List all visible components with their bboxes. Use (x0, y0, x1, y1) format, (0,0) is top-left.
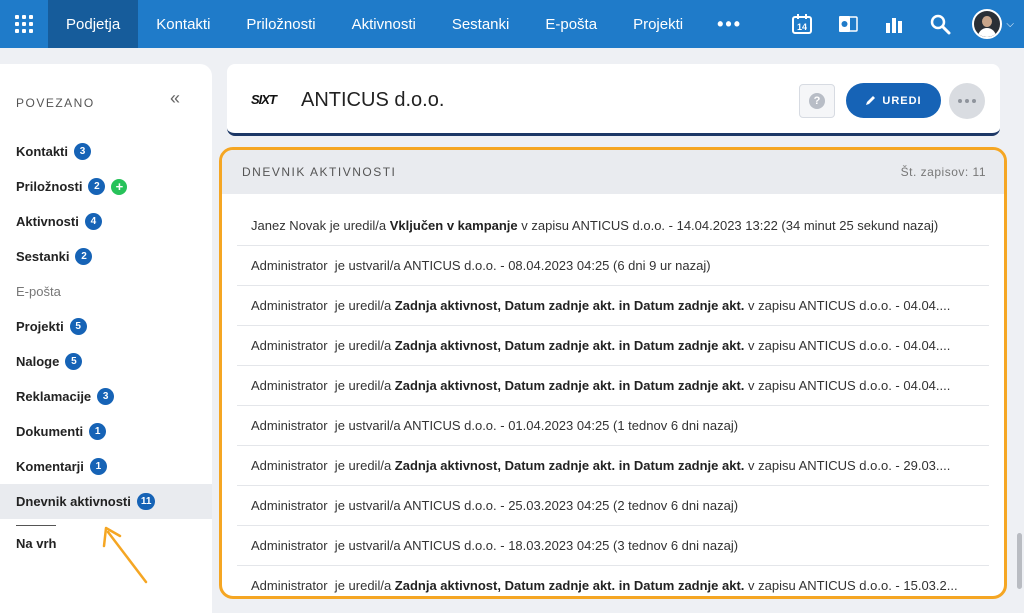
sidebar-item-projekti[interactable]: Projekti 5 (0, 309, 212, 344)
calendar-icon[interactable]: 14 (788, 10, 816, 38)
pencil-icon (866, 96, 876, 105)
sidebar-item-sestanki[interactable]: Sestanki 2 (0, 239, 212, 274)
list-item: Administrator je ustvaril/a ANTICUS d.o.… (237, 486, 989, 526)
list-item: Administrator je uredil/a Zadnja aktivno… (237, 446, 989, 486)
list-item: Administrator je uredil/a Zadnja aktivno… (237, 366, 989, 406)
nav-tab-podjetja[interactable]: Podjetja (48, 0, 139, 48)
sidebar-item-label: Priložnosti (16, 179, 83, 194)
nav-tab-projekti[interactable]: Projekti (615, 0, 701, 48)
count-badge: 1 (89, 423, 107, 440)
nav-tab-priloznosti[interactable]: Priložnosti (228, 0, 333, 48)
annotation-arrow-icon (102, 526, 148, 584)
sidebar-item-kontakti[interactable]: Kontakti 3 (0, 134, 212, 169)
apps-menu-button[interactable] (0, 0, 48, 48)
record-header: SIXT ANTICUS d.o.o. ? UREDI (227, 64, 1000, 136)
count-badge: 5 (69, 318, 87, 335)
page-scrollbar[interactable] (1017, 533, 1022, 589)
question-icon: ? (809, 93, 825, 109)
sidebar-item-label: E-pošta (16, 284, 61, 299)
nav-tab-e-posta[interactable]: E-pošta (527, 0, 615, 48)
sidebar-item-label: Dnevnik aktivnosti (16, 494, 131, 509)
sidebar-item-label: Aktivnosti (16, 214, 79, 229)
sidebar-item-label: Projekti (16, 319, 64, 334)
sidebar-heading: POVEZANO (16, 96, 95, 110)
nav-tab-sestanki[interactable]: Sestanki (434, 0, 528, 48)
page-title: ANTICUS d.o.o. (301, 89, 445, 111)
sidebar-item-label: Naloge (16, 354, 60, 369)
calendar-day: 14 (797, 22, 807, 32)
list-item: Janez Novak je uredil/a Vključen v kampa… (237, 206, 989, 246)
record-count: Št. zapisov: 11 (900, 165, 986, 179)
outlook-icon[interactable] (834, 10, 862, 38)
sidebar-item-e-posta[interactable]: E-pošta (0, 274, 212, 309)
sidebar-item-label: Reklamacije (16, 389, 92, 404)
sidebar-item-label: Komentarji (16, 459, 84, 474)
help-button[interactable]: ? (799, 84, 835, 118)
list-item: Administrator je ustvaril/a ANTICUS d.o.… (237, 246, 989, 286)
logo-text: SIXT (251, 92, 277, 107)
count-badge: 5 (65, 353, 83, 370)
sidebar-item-naloge[interactable]: Naloge 5 (0, 344, 212, 379)
activity-log-panel: DNEVNIK AKTIVNOSTI Št. zapisov: 11 Janez… (219, 147, 1007, 599)
top-nav: Podjetja Kontakti Priložnosti Aktivnosti… (0, 0, 1024, 48)
reports-chart-icon[interactable] (880, 10, 908, 38)
count-badge: 3 (74, 143, 91, 160)
edit-button[interactable]: UREDI (846, 83, 941, 118)
sidebar-item-label: Kontakti (16, 144, 68, 159)
sidebar-item-dnevnik-aktivnosti[interactable]: Dnevnik aktivnosti 11 (0, 484, 212, 519)
add-plus-icon[interactable]: + (111, 178, 128, 195)
sidebar-item-komentarji[interactable]: Komentarji 1 (0, 449, 212, 484)
sidebar-item-label: Dokumenti (16, 424, 84, 439)
count-badge: 4 (84, 213, 102, 230)
sidebar-item-label: Sestanki (16, 249, 70, 264)
user-menu[interactable]: ⌵ (972, 9, 1014, 39)
count-badge: 2 (75, 248, 93, 265)
list-item: Administrator je ustvaril/a ANTICUS d.o.… (237, 406, 989, 446)
sidebar-item-priloznosti[interactable]: Priložnosti 2 + (0, 169, 212, 204)
list-item: Administrator je ustvaril/a ANTICUS d.o.… (237, 526, 989, 566)
count-badge: 1 (89, 458, 107, 475)
count-badge: 3 (97, 388, 115, 405)
activity-log-header: DNEVNIK AKTIVNOSTI Št. zapisov: 11 (222, 150, 1004, 194)
avatar[interactable] (972, 9, 1003, 39)
sidebar-item-reklamacije[interactable]: Reklamacije 3 (0, 379, 212, 414)
activity-log-list: Janez Novak je uredil/a Vključen v kampa… (222, 194, 1004, 596)
company-logo: SIXT (251, 92, 277, 107)
grid-icon (15, 15, 33, 33)
chevron-down-icon: ⌵ (1006, 18, 1014, 30)
collapse-sidebar-icon[interactable]: « (170, 88, 180, 109)
more-actions-button[interactable] (949, 83, 985, 119)
list-item: Administrator je uredil/a Zadnja aktivno… (237, 326, 989, 366)
edit-button-label: UREDI (882, 94, 922, 107)
sidebar-item-aktivnosti[interactable]: Aktivnosti 4 (0, 204, 212, 239)
search-icon[interactable] (926, 10, 954, 38)
nav-more-button[interactable]: ••• (701, 0, 758, 48)
count-badge: 2 (88, 178, 106, 195)
list-item: Administrator je uredil/a Zadnja aktivno… (237, 566, 989, 596)
count-badge: 11 (136, 493, 156, 510)
activity-log-title: DNEVNIK AKTIVNOSTI (242, 165, 397, 179)
nav-tab-kontakti[interactable]: Kontakti (138, 0, 228, 48)
nav-tab-aktivnosti[interactable]: Aktivnosti (334, 0, 434, 48)
list-item: Administrator je uredil/a Zadnja aktivno… (237, 286, 989, 326)
sidebar-item-dokumenti[interactable]: Dokumenti 1 (0, 414, 212, 449)
